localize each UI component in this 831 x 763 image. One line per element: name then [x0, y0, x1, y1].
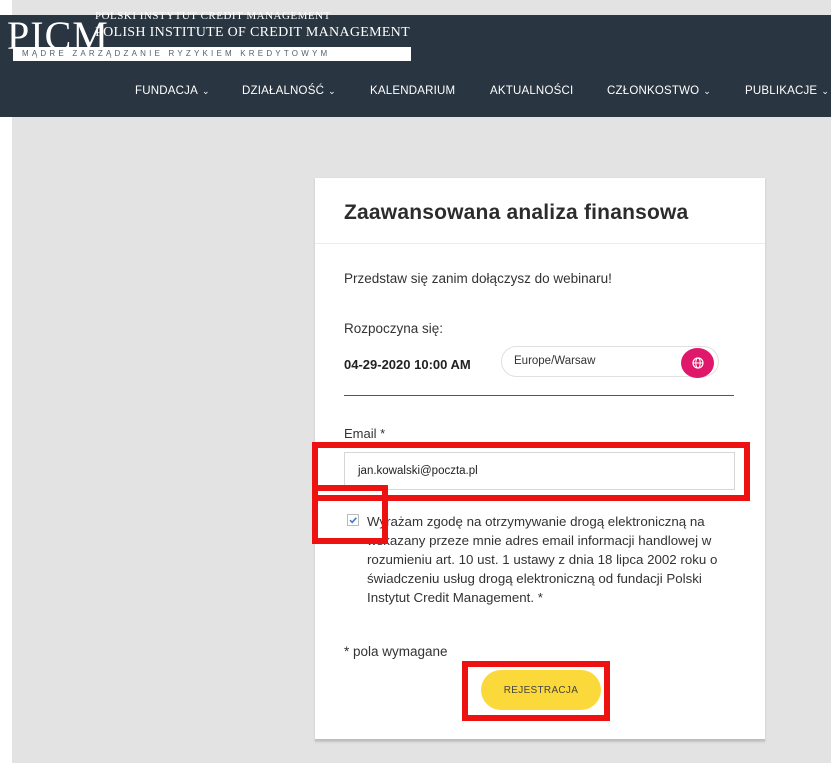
- nav-item-kalendarium[interactable]: KALENDARIUM: [370, 85, 455, 97]
- nav-item-aktualnosci[interactable]: AKTUALNOŚCI: [490, 85, 573, 97]
- starts-label: Rozpoczyna się:: [344, 321, 444, 336]
- highlight-consent-checkbox: [312, 485, 388, 544]
- chevron-down-icon: ⌄: [328, 85, 336, 96]
- chevron-down-icon: ⌄: [703, 85, 712, 96]
- start-datetime: 04-29-2020 10:00 AM: [344, 357, 471, 372]
- chevron-down-icon: ⌄: [821, 85, 830, 96]
- intro-text: Przedstaw się zanim dołączysz do webinar…: [344, 271, 612, 286]
- page-title: Zaawansowana analiza finansowa: [344, 201, 689, 224]
- title-divider: [315, 243, 765, 244]
- logo-name-english: POLISH INSTITUTE OF CREDIT MANAGEMENT: [95, 25, 410, 40]
- nav-item-publikacje[interactable]: PUBLIKACJE ⌄: [745, 85, 829, 97]
- required-note: * pola wymagane: [344, 644, 448, 659]
- consent-text: Wyrażam zgodę na otrzymywanie drogą elek…: [367, 514, 718, 605]
- logo-name-polish: POLSKI INSTYTUT CREDIT MANAGEMENT: [95, 10, 331, 22]
- nav-item-fundacja[interactable]: FUNDACJA ⌄: [135, 85, 210, 97]
- logo-tagline: MĄDRE ZARZĄDZANIE RYZYKIEM KREDYTOWYM: [13, 47, 411, 61]
- timezone-globe-button[interactable]: [681, 348, 714, 378]
- nav-item-dzialalnosc[interactable]: DZIAŁALNOŚĆ ⌄: [242, 85, 336, 97]
- nav-item-czlonkostwo[interactable]: CZŁONKOSTWO ⌄: [607, 85, 711, 97]
- globe-icon: [691, 357, 704, 369]
- highlight-register-button: [462, 661, 610, 721]
- email-label: Email *: [344, 426, 386, 441]
- main-nav: FUNDACJA ⌄ DZIAŁALNOŚĆ ⌄ KALENDARIUM AKTUA…: [0, 85, 831, 101]
- timezone-value: Europe/Warsaw: [514, 355, 596, 367]
- section-divider: [344, 395, 734, 396]
- chevron-down-icon: ⌄: [201, 85, 210, 96]
- site-header: PICM POLSKI INSTYTUT CREDIT MANAGEMENT P…: [0, 10, 831, 117]
